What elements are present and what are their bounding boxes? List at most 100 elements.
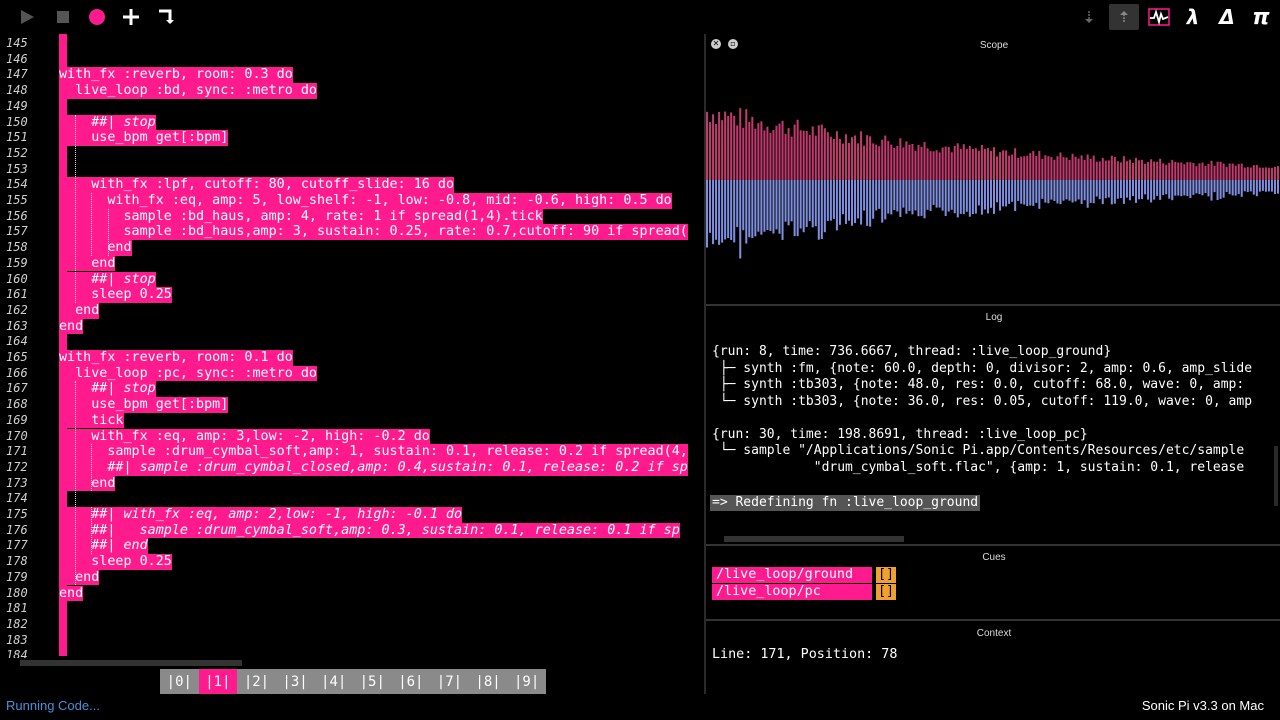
code-line[interactable]: end: [59, 569, 100, 586]
editor-horizontal-scrollbar[interactable]: [20, 660, 242, 666]
log-scrollbar[interactable]: [724, 536, 904, 542]
play-icon[interactable]: [14, 4, 40, 30]
scope-bar-top: [781, 120, 784, 180]
scope-bar-bottom: [1029, 180, 1032, 206]
buffer-tab-2[interactable]: |2|: [237, 669, 276, 694]
scope-bar-bottom: [980, 180, 983, 215]
code-line[interactable]: end: [59, 255, 116, 272]
code-line[interactable]: ##| stop: [59, 271, 156, 288]
code-line[interactable]: sample :bd_haus,amp: 3, sustain: 0.25, r…: [59, 224, 688, 241]
line-number: 176: [6, 522, 28, 537]
scope-bar-top: [829, 136, 832, 180]
up-arrow-icon[interactable]: [1109, 4, 1139, 30]
divider[interactable]: [706, 619, 1280, 621]
code-line[interactable]: use_bpm get[:bpm]: [59, 130, 229, 146]
scope-bar-bottom: [1002, 180, 1005, 207]
code-line[interactable]: ##| sample :drum_cymbal_closed,amp: 0.4,…: [59, 459, 688, 476]
code-line[interactable]: ##| stop: [59, 381, 156, 398]
line-number: 180: [6, 585, 28, 600]
scope-bar-bottom: [1095, 180, 1098, 197]
scope-bar-top: [986, 148, 989, 180]
scope-bar-top: [1255, 165, 1258, 180]
delta-icon[interactable]: Δ: [1214, 4, 1240, 30]
scope-bar-bottom: [977, 180, 980, 206]
scope-bar-bottom: [1267, 180, 1270, 192]
scope-bar-top: [805, 130, 808, 180]
line-number: 153: [6, 161, 28, 176]
line-number: 161: [6, 287, 28, 302]
code-line[interactable]: with_fx :lpf, cutoff: 80, cutoff_slide: …: [59, 177, 455, 193]
scope-bar-top: [896, 145, 899, 180]
scope-bar-bottom: [1023, 180, 1026, 205]
scope-bar-bottom: [829, 180, 832, 221]
buffer-tab-1[interactable]: |1|: [198, 669, 238, 694]
scope-bar-bottom: [1071, 180, 1074, 203]
plus-icon[interactable]: [118, 4, 144, 30]
buffer-tab-9[interactable]: |9|: [507, 669, 546, 694]
code-line[interactable]: live_loop :pc, sync: :metro do: [59, 365, 317, 382]
scope-bar-top: [712, 114, 715, 180]
scope-bar-bottom: [884, 180, 887, 220]
line-number: 157: [6, 224, 28, 239]
code-line[interactable]: with_fx :eq, amp: 3,low: -2, high: -0.2 …: [59, 428, 430, 445]
status-bar: Running Code... Sonic Pi v3.3 on Mac: [0, 696, 1280, 720]
scope-bar-bottom: [1216, 180, 1219, 201]
code-line[interactable]: tick: [59, 412, 124, 429]
code-line[interactable]: ##| stop: [59, 114, 156, 131]
code-line[interactable]: end: [59, 302, 100, 319]
scope-bar-top: [751, 116, 754, 180]
scope-bar-top: [1029, 153, 1032, 180]
stop-icon[interactable]: [50, 4, 76, 30]
code-line[interactable]: ##| with_fx :eq, amp: 2,low: -1, high: -…: [59, 507, 463, 523]
buffer-tab-8[interactable]: |8|: [469, 669, 508, 694]
scope-bar-top: [884, 135, 887, 180]
buffer-tab-3[interactable]: |3|: [276, 669, 315, 694]
scope-bar-top: [1086, 154, 1089, 180]
code-line[interactable]: end: [59, 585, 84, 602]
code-line[interactable]: ##| sample :drum_cymbal_soft,amp: 0.3, s…: [59, 522, 680, 539]
scope-bar-top: [1005, 150, 1008, 180]
code-editor[interactable]: 145 146 147 148 149 150 151 152 153 154 155 156 157 1…: [0, 34, 704, 658]
scope-bar-top: [832, 138, 835, 180]
pi-icon[interactable]: π: [1248, 4, 1274, 30]
scope-bar-top: [1174, 161, 1177, 180]
scope-bar-bottom: [772, 180, 775, 234]
scope-bar-bottom: [1134, 180, 1138, 203]
code-line[interactable]: live_loop :bd, sync: :metro do: [59, 83, 317, 99]
scope-bar-top: [1017, 157, 1020, 180]
scope-icon[interactable]: [1146, 4, 1172, 30]
buffer-tab-0[interactable]: |0|: [160, 669, 199, 694]
scope-bar-top: [1180, 162, 1183, 180]
scope-bar-top: [1044, 155, 1047, 180]
scope-bar-top: [766, 126, 769, 180]
code-line[interactable]: use_bpm get[:bpm]: [59, 397, 229, 413]
scope-bar-bottom: [1159, 180, 1162, 200]
scope-bar-bottom: [875, 180, 878, 211]
code-line[interactable]: ##| end: [59, 538, 148, 555]
buffer-tab-4[interactable]: |4|: [314, 669, 353, 694]
code-line[interactable]: sample :drum_cymbal_soft,amp: 1, sustain…: [59, 444, 688, 460]
code-line[interactable]: with_fx :reverb, room: 0.3 do: [59, 67, 293, 84]
buffer-tab-7[interactable]: |7|: [430, 669, 469, 694]
buffer-tab-6[interactable]: |6|: [392, 669, 431, 694]
down-arrow-icon[interactable]: [1078, 4, 1100, 30]
code-line[interactable]: end: [59, 318, 84, 335]
divider[interactable]: [706, 304, 1280, 306]
lambda-icon[interactable]: λ: [1180, 4, 1206, 30]
record-icon[interactable]: [84, 4, 110, 30]
corner-arrow-icon[interactable]: [152, 4, 178, 30]
line-number: 183: [6, 632, 28, 647]
log-vertical-scrollbar[interactable]: [1274, 446, 1278, 506]
divider[interactable]: [706, 544, 1280, 546]
code-line[interactable]: with_fx :reverb, room: 0.1 do: [59, 350, 293, 366]
scope-bar-bottom: [1038, 180, 1041, 209]
code-line[interactable]: end: [59, 475, 116, 492]
code-line[interactable]: end: [59, 240, 132, 256]
code-line[interactable]: sample :bd_haus, amp: 4, rate: 1 if spre…: [59, 208, 543, 225]
line-number: 150: [6, 114, 28, 129]
scope-bar-bottom: [914, 180, 917, 211]
code-line[interactable]: with_fx :eq, amp: 5, low_shelf: -1, low:…: [59, 193, 672, 209]
buffer-tab-5[interactable]: |5|: [353, 669, 392, 694]
scope-bar-bottom: [1144, 180, 1147, 195]
scope-bar-top: [1032, 151, 1035, 180]
